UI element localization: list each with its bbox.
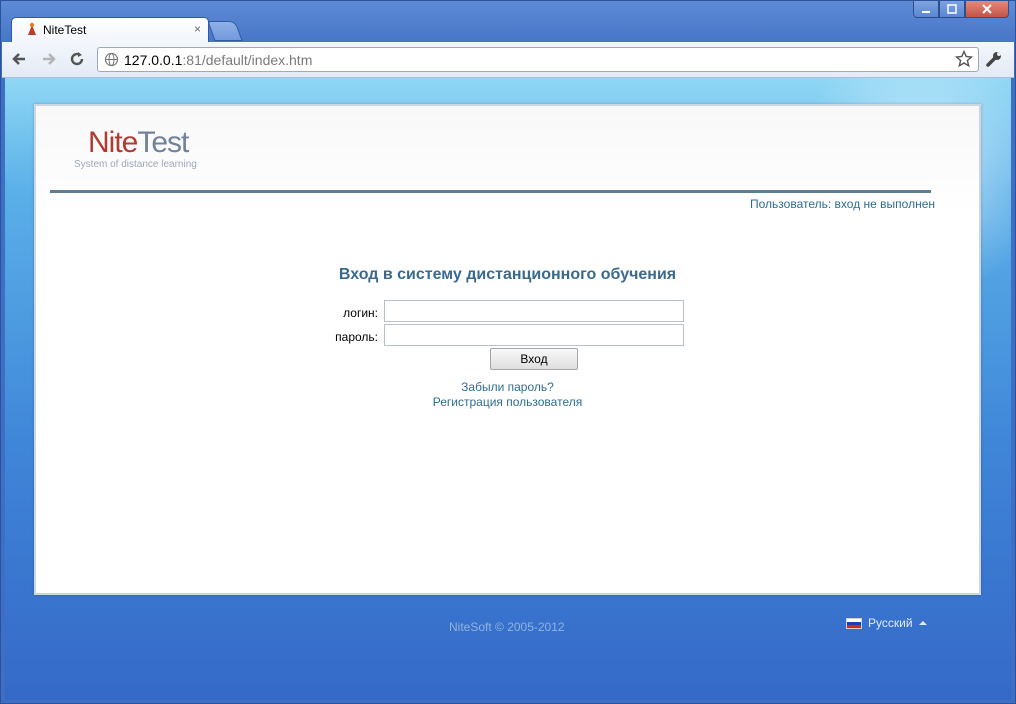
login-submit-button[interactable]: Вход	[490, 348, 578, 370]
page-header: NiteTest System of distance learning Пол…	[36, 106, 979, 216]
tab-title: NiteTest	[43, 23, 87, 37]
browser-toolbar: 127.0.0.1:81/default/index.htm	[2, 42, 1014, 78]
chevron-up-icon	[918, 621, 927, 625]
wrench-menu-icon[interactable]	[984, 49, 1004, 69]
language-label: Русский	[868, 616, 913, 630]
maximize-icon	[947, 4, 957, 14]
nitetest-logo[interactable]: NiteTest	[88, 126, 189, 160]
back-button[interactable]	[8, 48, 30, 70]
address-bar[interactable]: 127.0.0.1:81/default/index.htm	[97, 47, 979, 72]
forgot-password-link[interactable]: Забыли пароль?	[36, 380, 979, 394]
forward-arrow-icon	[43, 53, 56, 65]
tab-nitetest[interactable]: NiteTest ×	[11, 17, 209, 42]
user-status: Пользователь: вход не выполнен	[750, 197, 935, 211]
url-text: 127.0.0.1:81/default/index.htm	[124, 52, 312, 68]
new-tab-button[interactable]	[207, 21, 243, 41]
title-bar: NiteTest ×	[1, 1, 1015, 42]
close-icon	[982, 4, 992, 14]
logo-nite: Nite	[88, 126, 138, 159]
url-path: :81/default/index.htm	[182, 52, 313, 68]
minimize-button[interactable]	[913, 1, 939, 18]
forward-button[interactable]	[38, 48, 60, 70]
minimize-icon	[922, 11, 930, 13]
header-divider	[50, 190, 931, 193]
reload-icon	[70, 52, 84, 66]
tab-close-icon[interactable]: ×	[194, 22, 201, 36]
globe-icon	[104, 52, 119, 67]
logo-subtitle: System of distance learning	[74, 159, 197, 170]
maximize-button[interactable]	[939, 1, 965, 18]
logo-test: Test	[137, 126, 189, 159]
login-input[interactable]	[384, 300, 684, 322]
nitetest-favicon-icon	[28, 22, 36, 35]
login-title: Вход в систему дистанционного обучения	[338, 266, 677, 283]
language-selector[interactable]: Русский	[846, 616, 927, 630]
window-controls	[913, 1, 1009, 18]
copyright-text: NiteSoft © 2005-2012	[449, 620, 565, 634]
russian-flag-icon	[846, 617, 862, 629]
password-label: пароль:	[335, 330, 378, 344]
password-input[interactable]	[384, 324, 684, 346]
url-host: 127.0.0.1	[124, 52, 183, 68]
browser-window: NiteTest × 127.0.0.1:81/default/index.ht…	[0, 0, 1016, 704]
bookmark-star-icon[interactable]	[955, 50, 973, 68]
reload-button[interactable]	[66, 48, 88, 70]
back-arrow-icon	[12, 53, 25, 65]
content-panel: NiteTest System of distance learning Пол…	[34, 104, 981, 595]
page-viewport: NiteTest System of distance learning Пол…	[5, 78, 1011, 700]
register-link[interactable]: Регистрация пользователя	[36, 395, 979, 409]
close-window-button[interactable]	[965, 1, 1009, 18]
login-label: логин:	[343, 306, 378, 320]
